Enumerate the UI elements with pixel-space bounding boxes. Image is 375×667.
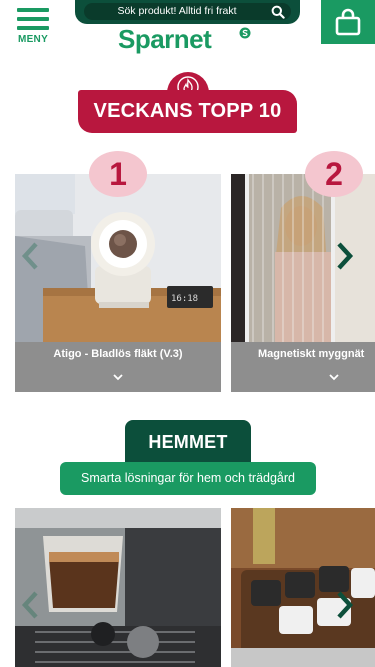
product-name: Magnetiskt myggnät <box>258 348 365 360</box>
hamburger-icon-bar <box>17 17 49 21</box>
product-card[interactable]: Magnetiskt myggnät <box>231 174 375 392</box>
hamburger-icon <box>17 8 49 12</box>
product-card[interactable] <box>231 508 375 667</box>
rank-badge: 1 <box>89 151 147 197</box>
chevron-down-icon[interactable] <box>112 372 124 382</box>
home-section-subtitle: Smarta lösningar för hem och trädgård <box>60 462 316 495</box>
carousel-prev-arrow-icon[interactable] <box>20 240 42 272</box>
product-image-coffee-machine <box>15 508 221 667</box>
section-subtitle: Smarta lösningar för hem och trädgård <box>81 471 295 485</box>
cart-button[interactable] <box>321 0 375 44</box>
logo[interactable]: Sparnet <box>118 24 258 56</box>
carousel-next-arrow-icon[interactable] <box>334 589 356 621</box>
section-title: VECKANS TOPP 10 <box>93 100 282 122</box>
svg-text:16:18: 16:18 <box>171 294 198 304</box>
product-card[interactable]: 16:18 Atigo - Bladlös fläkt (V.3) <box>15 174 221 392</box>
section-title: HEMMET <box>148 432 228 452</box>
top10-banner: VECKANS TOPP 10 <box>78 90 297 133</box>
search-bar[interactable]: Sök produkt! Alltid fri frakt <box>75 0 300 24</box>
carousel-prev-arrow-icon[interactable] <box>20 589 42 621</box>
logo-coin-icon <box>239 27 251 39</box>
product-image-fan: 16:18 <box>15 174 221 342</box>
product-caption[interactable]: Atigo - Bladlös fläkt (V.3) <box>15 342 221 392</box>
home-section-tab: HEMMET <box>125 420 251 464</box>
product-card[interactable] <box>15 508 221 667</box>
menu-button[interactable]: MENY <box>10 8 56 50</box>
search-input[interactable]: Sök produkt! Alltid fri frakt <box>84 3 291 20</box>
search-icon[interactable] <box>271 5 285 19</box>
chevron-down-icon[interactable] <box>328 372 340 382</box>
product-image-ice-cube-keyboard <box>231 508 375 667</box>
search-placeholder: Sök produkt! Alltid fri frakt <box>117 5 237 17</box>
logo-text: Sparnet <box>118 24 212 54</box>
menu-label: MENY <box>17 34 49 45</box>
shopping-bag-icon <box>335 8 361 36</box>
hamburger-icon-bar <box>17 26 49 30</box>
carousel-next-arrow-icon[interactable] <box>334 240 356 272</box>
product-name: Atigo - Bladlös fläkt (V.3) <box>53 348 183 360</box>
rank-badge: 2 <box>305 151 363 197</box>
product-caption[interactable]: Magnetiskt myggnät <box>231 342 375 392</box>
site-header: MENY Sök produkt! Alltid fri frakt Sparn… <box>0 0 375 56</box>
